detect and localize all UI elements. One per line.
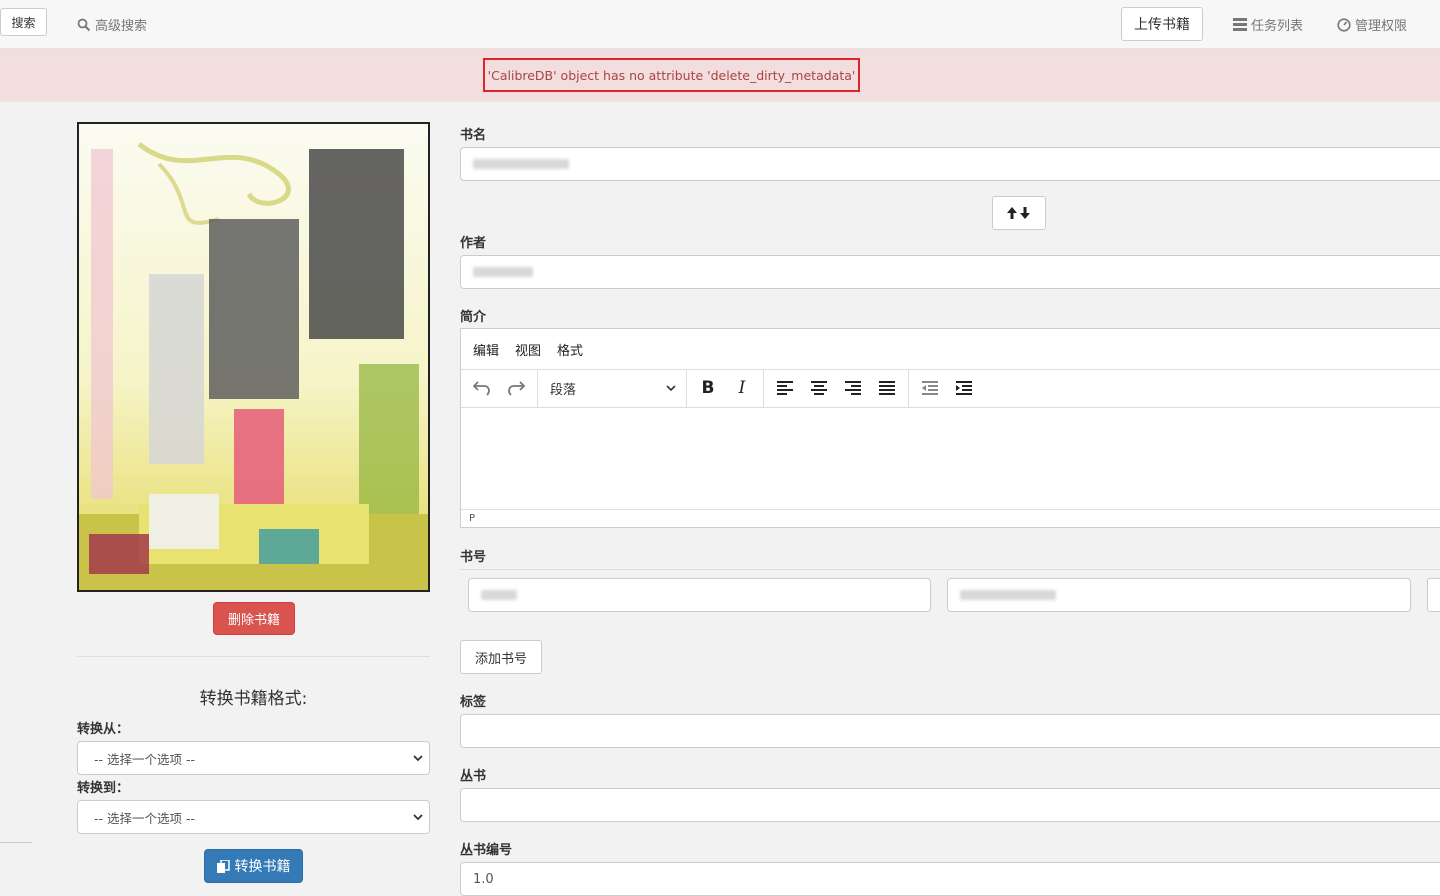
series-index-value: 1.0	[473, 871, 494, 887]
menu-view[interactable]: 视图	[515, 340, 541, 359]
undo-button[interactable]	[467, 373, 497, 403]
align-center-icon	[811, 381, 827, 395]
advanced-search-label: 高级搜索	[95, 19, 148, 34]
convert-from-value: -- 选择一个选项 --	[94, 751, 195, 767]
convert-book-button[interactable]: 转换书籍	[204, 849, 303, 883]
italic-icon: I	[738, 378, 746, 398]
tags-input[interactable]	[460, 714, 1440, 748]
description-label: 简介	[460, 310, 487, 325]
align-right-button[interactable]	[838, 373, 868, 403]
align-right-icon	[845, 381, 861, 395]
advanced-search-link[interactable]: 高级搜索	[77, 15, 147, 34]
redacted-value	[960, 590, 1056, 600]
convert-from-select[interactable]: -- 选择一个选项 --	[77, 741, 430, 775]
chevron-down-icon	[413, 813, 423, 820]
menu-format[interactable]: 格式	[557, 340, 583, 359]
convert-to-select[interactable]: -- 选择一个选项 --	[77, 800, 430, 834]
block-format-value: 段落	[550, 382, 577, 398]
block-format-select[interactable]: 段落	[538, 369, 687, 407]
admin-label: 管理权限	[1355, 19, 1408, 34]
align-left-button[interactable]	[770, 373, 800, 403]
identifier-type-input[interactable]	[468, 578, 931, 612]
editor-statusbar: P	[461, 509, 1440, 527]
italic-button[interactable]: I	[727, 373, 757, 403]
series-input[interactable]	[460, 788, 1440, 822]
series-label: 丛书	[460, 769, 487, 784]
redo-icon	[508, 381, 525, 396]
editor-menubar: 编辑 视图 格式	[461, 329, 1440, 370]
align-left-icon	[777, 381, 793, 395]
convert-to-value: -- 选择一个选项 --	[94, 810, 195, 826]
tasks-label: 任务列表	[1251, 19, 1304, 34]
divider	[0, 842, 32, 843]
convert-to-label: 转换到：	[77, 781, 130, 796]
bold-button[interactable]: B	[693, 373, 723, 403]
convert-book-label: 转换书籍	[234, 859, 291, 875]
align-justify-icon	[879, 381, 895, 395]
redacted-value	[473, 159, 569, 169]
copy-icon	[216, 859, 230, 873]
admin-link[interactable]: 管理权限	[1337, 15, 1407, 34]
chevron-down-icon	[666, 384, 676, 391]
list-icon	[1233, 18, 1247, 31]
description-editor: 编辑 视图 格式 段落 B I P	[460, 328, 1440, 528]
series-index-label: 丛书编号	[460, 843, 513, 858]
alert-message: 'CalibreDB' object has no attribute 'del…	[483, 58, 860, 92]
redo-button[interactable]	[501, 373, 531, 403]
book-cover-image	[77, 122, 430, 592]
title-label: 书名	[460, 128, 487, 143]
bold-icon: B	[701, 378, 715, 398]
add-identifier-button[interactable]: 添加书号	[460, 640, 542, 674]
divider	[77, 656, 430, 657]
author-label: 作者	[460, 236, 487, 251]
indent-icon	[956, 381, 972, 395]
convert-heading: 转换书籍格式:	[199, 689, 308, 709]
author-input[interactable]	[460, 255, 1440, 289]
search-icon	[77, 18, 91, 31]
remove-identifier-button[interactable]	[1427, 578, 1440, 612]
identifiers-label: 书号	[460, 550, 487, 565]
redacted-value	[473, 267, 533, 277]
dashboard-icon	[1337, 17, 1351, 32]
search-button[interactable]: 搜索	[0, 8, 47, 36]
editor-toolbar: 段落 B I	[461, 369, 1440, 408]
align-center-button[interactable]	[804, 373, 834, 403]
undo-icon	[473, 381, 490, 396]
chevron-down-icon	[413, 754, 423, 761]
menu-edit[interactable]: 编辑	[473, 340, 499, 359]
convert-from-label: 转换从：	[77, 722, 130, 737]
element-path: P	[469, 513, 476, 524]
tags-label: 标签	[460, 695, 487, 710]
delete-book-button[interactable]: 删除书籍	[213, 602, 295, 635]
identifier-value-input[interactable]	[947, 578, 1411, 612]
tasks-link[interactable]: 任务列表	[1233, 15, 1303, 34]
editor-content-area[interactable]	[461, 408, 1440, 510]
outdent-icon	[922, 381, 938, 395]
top-navbar: 搜索 高级搜索 上传书籍 任务列表 管理权限	[0, 0, 1440, 49]
upload-book-button[interactable]: 上传书籍	[1121, 7, 1203, 41]
series-index-input[interactable]: 1.0	[460, 862, 1440, 896]
title-input[interactable]	[460, 147, 1440, 181]
indent-button[interactable]	[949, 373, 979, 403]
redacted-value	[481, 590, 517, 600]
swap-title-author-button[interactable]	[992, 196, 1046, 230]
swap-arrows-icon	[1007, 207, 1030, 219]
outdent-button[interactable]	[915, 373, 945, 403]
align-justify-button[interactable]	[872, 373, 902, 403]
divider	[460, 569, 1440, 570]
